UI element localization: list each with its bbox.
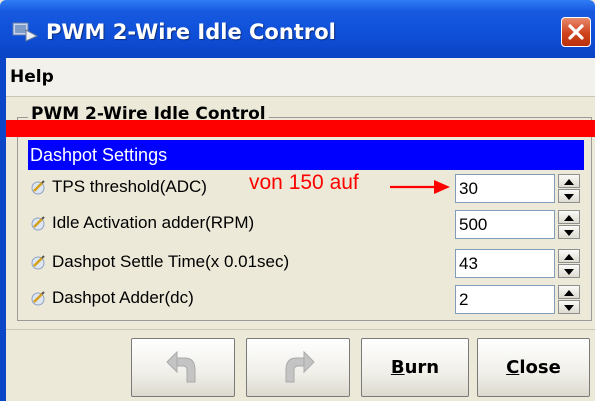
spin-up-button[interactable] [558,174,580,188]
red-arrow-icon [388,177,452,202]
triangle-up-icon [564,254,574,260]
triangle-up-icon [564,179,574,185]
close-window-button[interactable] [561,17,591,47]
setting-label: Dashpot Settle Time(x 0.01sec) [52,252,290,271]
spin-down-button[interactable] [558,189,580,203]
triangle-down-icon [564,305,574,311]
setting-label: TPS threshold(ADC) [52,177,207,196]
burn-button-label: Burn [390,357,440,378]
close-button-label: Close [506,357,561,378]
triangle-up-icon [564,290,574,296]
close-button[interactable]: Close [477,338,590,397]
pencil-icon [30,290,46,306]
redo-arrow-icon [285,350,315,382]
red-highlight-bar [6,120,595,137]
section-header: Dashpot Settings [28,140,584,170]
menu-help[interactable]: Help [10,67,54,87]
tps-threshold-stepper[interactable] [558,174,580,203]
idle-activation-adder-input[interactable]: 500 [455,210,555,239]
window-frame-left [0,58,6,401]
setting-row-dashpot-settle: Dashpot Settle Time(x 0.01sec) 43 [28,247,584,278]
setting-row-idle-activation: Idle Activation adder(RPM) 500 [28,208,584,239]
undo-button[interactable] [131,338,235,397]
idle-activation-adder-stepper[interactable] [558,210,580,239]
pencil-icon [30,254,46,270]
app-icon [12,22,39,42]
title-bar: PWM 2-Wire Idle Control [0,0,595,58]
redo-button[interactable] [246,338,350,397]
dashpot-settle-time-stepper[interactable] [558,249,580,278]
spin-up-button[interactable] [558,285,580,299]
setting-row-tps-threshold: TPS threshold(ADC) von 150 auf 30 [28,171,584,203]
spin-down-button[interactable] [558,225,580,239]
setting-label: Idle Activation adder(RPM) [52,213,255,232]
triangle-up-icon [564,215,574,221]
undo-arrow-icon [166,350,196,382]
dashpot-settle-time-input[interactable]: 43 [455,249,555,278]
triangle-down-icon [564,230,574,236]
red-annotation-text: von 150 auf [249,171,359,194]
button-separator [6,329,595,330]
pencil-icon [30,179,46,195]
spin-down-button[interactable] [558,264,580,278]
dashpot-adder-input[interactable]: 2 [455,285,555,314]
spin-up-button[interactable] [558,210,580,224]
pencil-icon [30,215,46,231]
triangle-down-icon [564,194,574,200]
tps-threshold-input[interactable]: 30 [455,174,555,203]
spin-down-button[interactable] [558,300,580,314]
setting-label: Dashpot Adder(dc) [52,288,194,307]
burn-button[interactable]: Burn [361,338,469,397]
close-x-icon [568,24,584,40]
window-title: PWM 2-Wire Idle Control [46,20,336,44]
setting-row-dashpot-adder: Dashpot Adder(dc) 2 [28,283,584,314]
spin-up-button[interactable] [558,249,580,263]
menu-bar: Help [6,58,595,97]
dashpot-adder-stepper[interactable] [558,285,580,314]
triangle-down-icon [564,269,574,275]
